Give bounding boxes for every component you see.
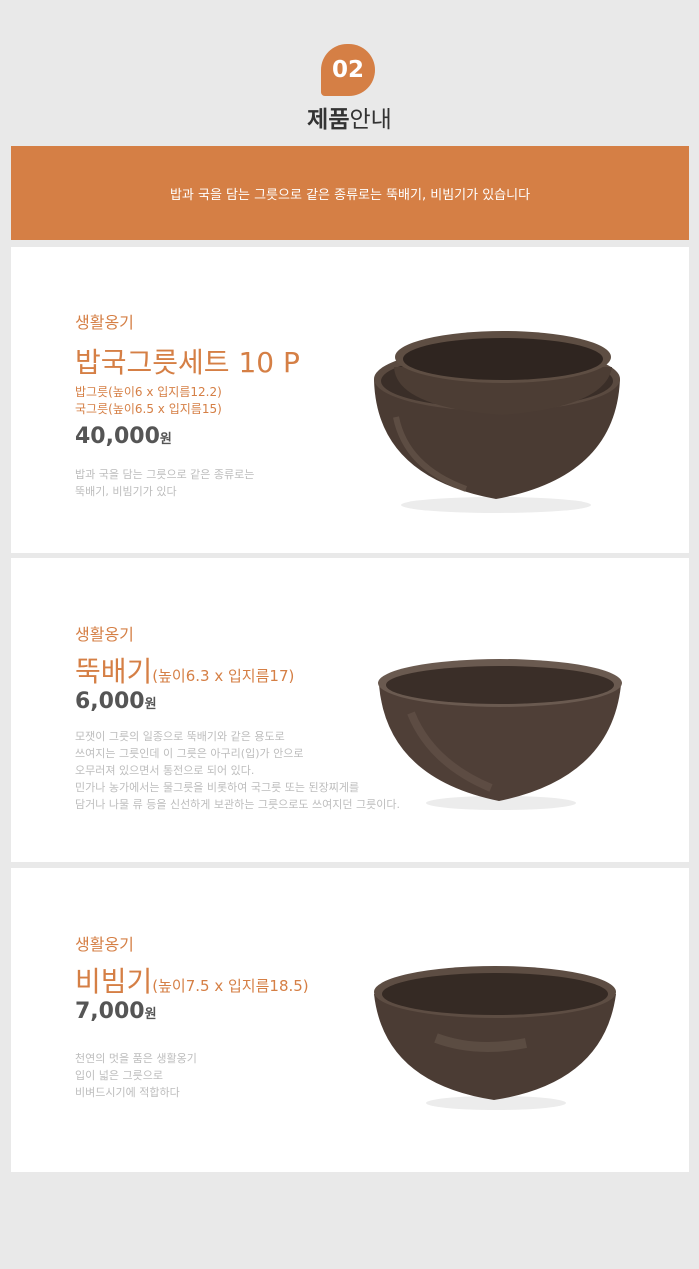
product-name: 뚝배기 — [75, 655, 153, 688]
description-line: 오무러져 있으면서 통전으로 되어 있다. — [75, 764, 255, 777]
section-header: 02 제품안내 — [0, 0, 699, 146]
price-value: 40,000 — [75, 424, 160, 449]
product-card-bibimgi: 생활옹기 비빔기(높이7.5 x 입지름18.5) 7,000원 천연의 멋을 … — [11, 868, 689, 1172]
section-title-bold: 제품 — [307, 107, 350, 133]
product-spec-rice-bowl: 밥그릇(높이6 x 입지름12.2) — [75, 385, 222, 399]
price-currency: 원 — [144, 697, 157, 712]
product-name: 밥국그릇세트 10 P — [75, 346, 300, 379]
product-title: 비빔기(높이7.5 x 입지름18.5) — [75, 960, 309, 1000]
bibimgi-bowl-image — [374, 966, 616, 1110]
product-description: 밥과 국을 담는 그릇으로 같은 종류로는 뚝배기, 비빔기가 있다 — [75, 466, 254, 500]
description-line: 쓰여지는 그릇인데 이 그릇은 아구리(입)가 안으로 — [75, 747, 304, 760]
description-line: 뚝배기, 비빔기가 있다 — [75, 485, 177, 498]
bowl-set-image — [374, 331, 620, 513]
ttukbaegi-bowl-image — [378, 659, 622, 810]
product-card-ttukbaegi: 생활옹기 뚝배기(높이6.3 x 입지름17) 6,000원 모잿이 그릇의 일… — [11, 558, 689, 862]
product-category: 생활옹기 — [75, 625, 134, 644]
intro-banner: 밥과 국을 담는 그릇으로 같은 종류로는 뚝배기, 비빔기가 있습니다 — [11, 146, 689, 240]
section-title: 제품안내 — [0, 100, 699, 134]
product-description: 모잿이 그릇의 일종으로 뚝배기와 같은 용도로 쓰여지는 그릇인데 이 그릇은… — [75, 728, 400, 813]
price-currency: 원 — [144, 1007, 157, 1022]
section-number-badge: 02 — [321, 44, 375, 96]
intro-banner-text: 밥과 국을 담는 그릇으로 같은 종류로는 뚝배기, 비빔기가 있습니다 — [169, 187, 531, 203]
description-line: 담거나 나물 류 등을 신선하게 보관하는 그릇으로도 쓰여지던 그릇이다. — [75, 798, 400, 811]
price-currency: 원 — [159, 432, 172, 447]
product-spec-soup-bowl: 국그릇(높이6.5 x 입지름15) — [75, 402, 222, 416]
product-price: 6,000원 — [75, 689, 157, 714]
product-name: 비빔기 — [75, 965, 153, 998]
product-price: 7,000원 — [75, 999, 157, 1024]
price-value: 6,000 — [75, 689, 145, 714]
product-category: 생활옹기 — [75, 935, 134, 954]
description-line: 밥과 국을 담는 그릇으로 같은 종류로는 — [75, 468, 255, 481]
product-category: 생활옹기 — [75, 313, 134, 332]
description-line: 천연의 멋을 품은 생활옹기 — [75, 1052, 197, 1065]
price-value: 7,000 — [75, 999, 145, 1024]
product-dimensions: (높이7.5 x 입지름18.5) — [152, 977, 309, 995]
section-title-light: 안내 — [349, 107, 392, 133]
product-dimensions: (높이6.3 x 입지름17) — [152, 667, 295, 685]
product-card-rice-soup-set: 생활옹기 밥국그릇세트 10 P 밥그릇(높이6 x 입지름12.2) 국그릇(… — [11, 247, 689, 553]
description-line: 모잿이 그릇의 일종으로 뚝배기와 같은 용도로 — [75, 730, 285, 743]
description-line: 입이 넓은 그릇으로 — [75, 1069, 163, 1082]
product-description: 천연의 멋을 품은 생활옹기 입이 넓은 그릇으로 비벼드시기에 적합하다 — [75, 1050, 197, 1101]
product-price: 40,000원 — [75, 424, 172, 449]
description-line: 비벼드시기에 적합하다 — [75, 1086, 180, 1099]
product-title: 뚝배기(높이6.3 x 입지름17) — [75, 650, 294, 690]
description-line: 민가나 농가에서는 물그릇을 비롯하여 국그릇 또는 된장찌게를 — [75, 781, 360, 794]
